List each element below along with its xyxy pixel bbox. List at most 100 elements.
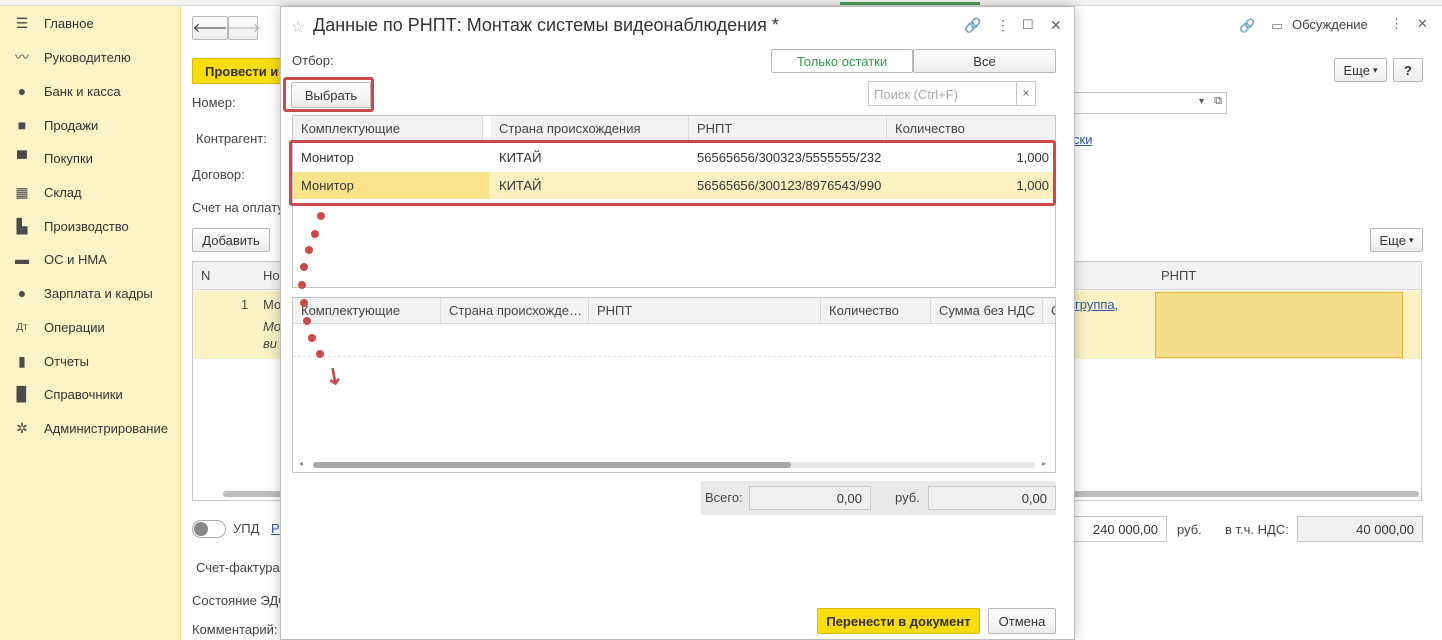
clear-search-icon[interactable]: × [1016,82,1035,105]
group-link[interactable]: группа, [1075,297,1118,312]
cell-rnpt: 56565656/300123/8976543/990 [697,178,882,193]
col-country[interactable]: Страна происхождения [491,116,689,142]
more-actions-icon[interactable]: ⋮ [996,17,1010,34]
add-button[interactable]: Добавить [192,228,270,252]
col-rnpt[interactable]: РНПТ [689,116,887,142]
transfer-to-document-button[interactable]: Перенести в документ [817,608,980,634]
counterparty-label: Контрагент: [196,131,267,146]
col-extra[interactable]: С [1043,298,1055,324]
col-country[interactable]: Страна происхожде… [441,298,589,324]
select-button[interactable]: Выбрать [291,82,371,108]
invoice-label: Счет на оплату [192,200,284,215]
col-components[interactable]: Комплектующие [293,116,483,142]
row-text: Мо [263,319,282,334]
sidebar-item-purchases[interactable]: ▀ Покупки [0,143,181,173]
row-number: 1 [241,297,249,312]
post-and-close-button[interactable]: Провести и [192,58,282,84]
col-rnpt[interactable]: РНПТ [589,298,821,324]
table-row[interactable]: Монитор КИТАЙ 56565656/300123/8976543/99… [293,172,1055,199]
search-placeholder: Поиск (Ctrl+F) [874,87,959,102]
sidebar-item-reports[interactable]: ▮ Отчеты [0,346,181,376]
total-currency: руб. [895,490,920,505]
horizontal-scrollbar[interactable] [313,462,1035,468]
counterparty-link[interactable]: ски [1073,132,1092,147]
sidebar-item-sales[interactable]: ■ Продажи [0,110,181,140]
operations-icon: Дт [16,321,28,333]
cart-icon: ▀ [17,150,27,166]
annotation-dot [303,317,311,325]
search-input[interactable]: Поиск (Ctrl+F) × [868,81,1036,106]
sum-currency: руб. [1177,522,1202,537]
forward-button[interactable]: 🡒 [226,16,260,40]
trend-icon: 〰 [15,49,29,65]
bar-chart-icon: ▮ [18,352,26,369]
help-button[interactable]: ? [1393,58,1423,82]
col-components[interactable]: Комплектующие [293,298,441,324]
sidebar-item-salary[interactable]: ● Зарплата и кадры [0,278,181,308]
close-icon[interactable]: ✕ [1417,16,1428,32]
discussion-icon: ▭ [1271,18,1284,33]
menu-icon: ☰ [15,14,29,31]
link-icon[interactable]: 🔗 [1239,18,1255,34]
link-icon[interactable]: 🔗 [964,17,981,34]
close-icon[interactable]: ✕ [1050,17,1062,34]
active-tab-indicator [840,0,980,5]
annotation-dot [300,299,308,307]
back-button[interactable]: 🡐 [192,16,228,40]
upd-label: УПД [233,521,260,536]
sidebar-item-manager[interactable]: 〰 Руководителю [0,42,181,72]
col-n: N [201,268,211,283]
gear-icon: ✲ [16,419,28,436]
table-more-button[interactable]: Еще ▾ [1370,228,1423,252]
star-icon[interactable]: ☆ [291,17,305,37]
maximize-icon[interactable]: ☐ [1022,17,1034,33]
person-icon: ● [17,285,27,301]
col-quantity[interactable]: Количество [821,298,931,324]
total-field: 0,00 [749,486,871,510]
sidebar-item-admin[interactable]: ✲ Администрирование [0,413,181,443]
rnpt-selected-table: Комплектующие Страна происхожде… РНПТ Ко… [292,297,1056,473]
sum-total-field: 240 000,00 [1073,516,1167,542]
annotation-dot [316,350,324,358]
annotation-dot [308,334,316,342]
bag-icon: ■ [17,117,27,133]
arrow-left-icon: 🡐 [192,20,228,35]
sidebar-item-warehouse[interactable]: ▦ Склад [0,177,181,207]
sidebar-item-assets[interactable]: ▬ ОС и НМА [0,244,181,274]
cell-country: КИТАЙ [499,178,542,193]
more-button[interactable]: Еще ▾ [1334,58,1387,82]
scroll-right-icon[interactable]: ▸ [1042,459,1046,468]
table-row[interactable]: Монитор КИТАЙ 56565656/300323/5555555/23… [293,144,1055,171]
sidebar-item-operations[interactable]: Дт Операции [0,312,181,342]
sidebar-item-main[interactable]: ☰ Главное [0,8,181,38]
col-quantity[interactable]: Количество [887,116,1055,142]
rnpt-cell[interactable] [1155,292,1403,358]
rnpt-dialog: ☆ Данные по РНПТ: Монтаж системы видеона… [280,6,1075,640]
upd-link[interactable]: Р [271,521,280,536]
cancel-button[interactable]: Отмена [988,608,1056,634]
scroll-left-icon[interactable]: ◂ [299,459,303,468]
vat-total-field: 40 000,00 [1297,516,1423,542]
filter-remaining-only[interactable]: Только остатки [771,49,913,73]
sidebar-item-bank[interactable]: ● Банк и касса [0,76,181,106]
edo-state-label: Состояние ЭДО [192,593,289,608]
upd-toggle[interactable] [192,520,226,538]
annotation-dot [300,263,308,271]
sidebar-item-production[interactable]: ▙ Производство [0,211,181,241]
filter-all[interactable]: Все [913,49,1056,73]
scrollbar-thumb[interactable] [313,462,791,468]
number-field[interactable]: ▾ ⧉ [1073,92,1227,114]
annotation-dot [305,246,313,254]
cell-country: КИТАЙ [499,150,542,165]
sidebar-item-references[interactable]: ▉ Справочники [0,379,181,409]
discussion-button[interactable]: Обсуждение [1292,17,1368,32]
annotation-dot [298,281,306,289]
cell-quantity: 1,000 [1016,150,1049,165]
cell-component: Монитор [301,150,354,165]
contract-label: Договор: [192,167,245,182]
filter-label: Отбор: [292,53,334,68]
open-icon: ⧉ [1214,95,1222,107]
col-sum-without-vat[interactable]: Сумма без НДС [931,298,1043,324]
dialog-title: Данные по РНПТ: Монтаж системы видеонабл… [313,15,779,35]
more-actions-icon[interactable]: ⋮ [1390,16,1403,32]
